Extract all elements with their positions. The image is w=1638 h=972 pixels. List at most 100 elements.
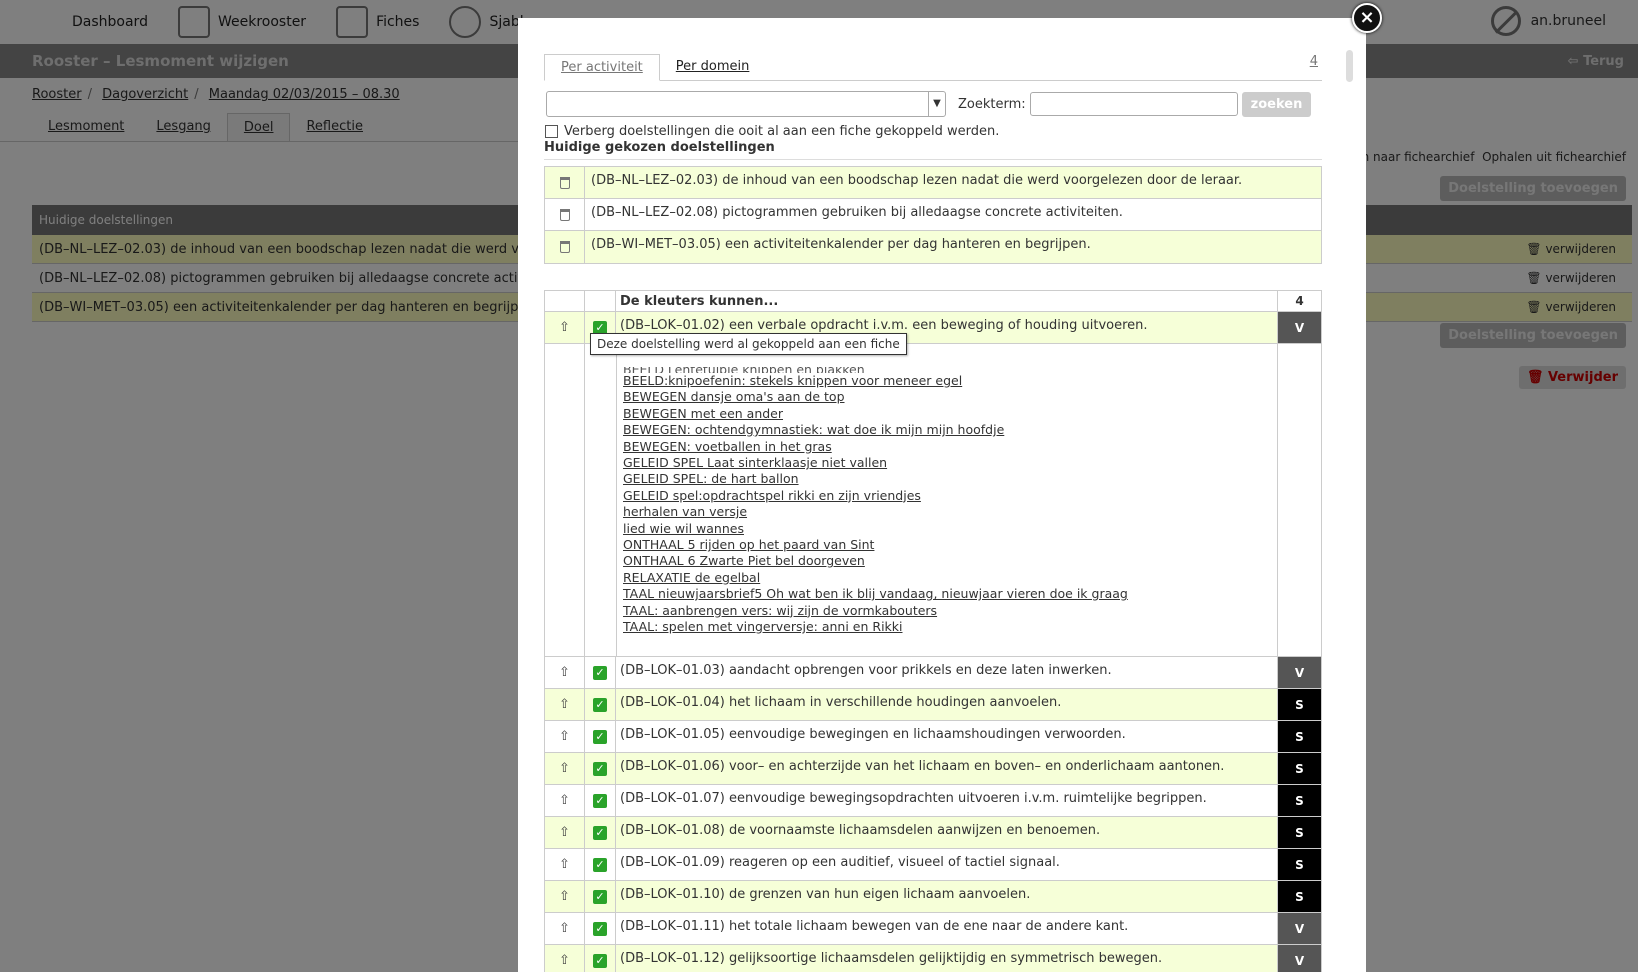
- move-up-button[interactable]: ⇧: [545, 881, 585, 912]
- goal-picker-modal: Per activiteit Per domein 4 ▼ Zoekterm: …: [518, 18, 1366, 972]
- modal-scrollbar[interactable]: [1345, 50, 1354, 972]
- arrow-up-icon: ⇧: [559, 793, 570, 808]
- spacer-cell: [545, 344, 585, 656]
- divider: [544, 159, 1322, 160]
- list-item: (DB–NL–LEZ–02.08) pictogrammen gebruiken…: [545, 199, 1321, 231]
- fiche-link[interactable]: ONTHAAL 5 rijden op het paard van Sint: [623, 537, 1271, 553]
- arrow-up-icon: ⇧: [559, 320, 570, 335]
- fiche-link[interactable]: BEWEGEN met een ander: [623, 406, 1271, 422]
- fiche-link[interactable]: TAAL: aanbrengen vers: wij zijn de vormk…: [623, 603, 1271, 619]
- fiche-link[interactable]: ONTHAAL 6 Zwarte Piet bel doorgeven: [623, 553, 1271, 569]
- chosen-goals-title: Huidige gekozen doelstellingen: [544, 140, 775, 155]
- chosen-goal-text: (DB–NL–LEZ–02.03) de inhoud van een bood…: [591, 173, 1243, 188]
- goal-text: (DB–LOK–01.10) de grenzen van hun eigen …: [620, 887, 1031, 902]
- goal-badge: V: [1277, 945, 1321, 972]
- table-row: ⇧ ✓ (DB–LOK–01.10) de grenzen van hun eige…: [545, 881, 1321, 913]
- table-row: ⇧ ✓ (DB–LOK–01.04) het lichaam in verschil…: [545, 689, 1321, 721]
- goal-badge: S: [1277, 785, 1321, 816]
- fiche-link[interactable]: TAAL nieuwjaarsbrief5 Oh wat ben ik blij…: [623, 586, 1271, 602]
- table-row: ⇧ ✓ (DB–LOK–01.03) aandacht opbrengen voor…: [545, 657, 1321, 689]
- fiche-link[interactable]: BEELD:knipoefenin: stekels knippen voor …: [623, 373, 1271, 389]
- search-button[interactable]: zoeken: [1241, 91, 1312, 117]
- check-icon: ✓: [593, 729, 607, 744]
- goal-badge: S: [1277, 721, 1321, 752]
- fiche-link[interactable]: BEWEGEN dansje oma's aan de top: [623, 389, 1271, 405]
- goal-text: (DB–LOK–01.09) reageren op een auditief,…: [620, 855, 1060, 870]
- move-up-button[interactable]: ⇧: [545, 312, 585, 343]
- move-up-button[interactable]: ⇧: [545, 849, 585, 880]
- arrow-up-icon: ⇧: [559, 761, 570, 776]
- trash-icon: [559, 176, 570, 189]
- move-up-button[interactable]: ⇧: [545, 753, 585, 784]
- hide-linked-option: Verberg doelstellingen die ooit al aan e…: [545, 124, 999, 139]
- goal-checkbox[interactable]: ✓: [585, 913, 616, 944]
- close-icon: ×: [1359, 7, 1375, 28]
- remove-chosen-button[interactable]: [545, 231, 585, 263]
- search-input[interactable]: [1029, 92, 1238, 116]
- activity-select[interactable]: ▼: [546, 91, 946, 117]
- fiche-link[interactable]: RELAXATIE de egelbal: [623, 570, 1271, 586]
- goal-checkbox[interactable]: ✓: [585, 657, 616, 688]
- fiche-link[interactable]: TAAL: spelen met vingerversje: anni en R…: [623, 619, 1271, 635]
- arrow-up-icon: ⇧: [559, 697, 570, 712]
- check-icon: ✓: [593, 665, 607, 680]
- goal-checkbox[interactable]: ✓: [585, 817, 616, 848]
- arrow-up-icon: ⇧: [559, 921, 570, 936]
- fiche-link[interactable]: GELEID SPEL Laat sinterklaasje niet vall…: [623, 455, 1271, 471]
- goal-badge: S: [1277, 689, 1321, 720]
- arrow-up-icon: ⇧: [559, 665, 570, 680]
- goal-badge: S: [1277, 817, 1321, 848]
- count-link[interactable]: 4: [1310, 54, 1318, 69]
- fiche-link[interactable]: GELEID SPEL: de hart ballon: [623, 471, 1271, 487]
- move-up-button[interactable]: ⇧: [545, 817, 585, 848]
- goal-checkbox[interactable]: ✓: [585, 881, 616, 912]
- goal-checkbox[interactable]: ✓: [585, 945, 616, 972]
- arrow-up-icon: ⇧: [559, 889, 570, 904]
- goal-text: (DB–LOK–01.07) eenvoudige bewegingsopdra…: [620, 791, 1207, 806]
- goal-text: (DB–LOK–01.08) de voornaamste lichaamsde…: [620, 823, 1101, 838]
- move-up-button[interactable]: ⇧: [545, 785, 585, 816]
- hide-linked-checkbox[interactable]: [545, 125, 558, 138]
- fiche-link[interactable]: BEWEGEN: voetballen in het gras: [623, 439, 1271, 455]
- close-button[interactable]: ×: [1352, 3, 1382, 33]
- chosen-goal-text: (DB–WI–MET–03.05) een activiteitenkalend…: [591, 237, 1091, 252]
- goal-checkbox[interactable]: ✓: [585, 753, 616, 784]
- goal-badge: S: [1277, 753, 1321, 784]
- goal-badge: S: [1277, 881, 1321, 912]
- arrow-up-icon: ⇧: [559, 825, 570, 840]
- remove-chosen-button[interactable]: [545, 199, 585, 230]
- fiche-link[interactable]: lied wie wil wannes: [623, 521, 1271, 537]
- goal-checkbox[interactable]: ✓: [585, 785, 616, 816]
- move-up-button[interactable]: ⇧: [545, 913, 585, 944]
- table-row: ⇧ ✓ (DB–LOK–01.12) gelijksoortige lichaams…: [545, 945, 1321, 972]
- goal-text: (DB–LOK–01.03) aandacht opbrengen voor p…: [620, 663, 1112, 678]
- goal-badge: S: [1277, 849, 1321, 880]
- check-icon: ✓: [593, 761, 607, 776]
- modal-tabs: Per activiteit Per domein: [544, 54, 1322, 81]
- goals-table: De kleuters kunnen... 4 ⇧ ✓ (DB–LOK–01.0…: [544, 290, 1322, 972]
- table-row: ⇧ ✓ (DB–LOK–01.08) de voornaamste lichaams…: [545, 817, 1321, 849]
- header-cell: [585, 291, 616, 311]
- goal-checkbox[interactable]: ✓: [585, 849, 616, 880]
- check-icon: ✓: [593, 857, 607, 872]
- goal-badge: V: [1277, 913, 1321, 944]
- move-up-button[interactable]: ⇧: [545, 945, 585, 972]
- tab-per-domein[interactable]: Per domein: [660, 54, 766, 80]
- fiche-link[interactable]: herhalen van versje: [623, 504, 1271, 520]
- goal-checkbox[interactable]: ✓: [585, 689, 616, 720]
- move-up-button[interactable]: ⇧: [545, 689, 585, 720]
- goals-table-header: De kleuters kunnen... 4: [545, 291, 1321, 312]
- fiche-link[interactable]: GELEID spel:opdrachtspel rikki en zijn v…: [623, 488, 1271, 504]
- check-icon: ✓: [593, 793, 607, 808]
- search-label: Zoekterm:: [958, 96, 1026, 112]
- scroll-thumb[interactable]: [1346, 50, 1353, 82]
- remove-chosen-button[interactable]: [545, 167, 585, 198]
- move-up-button[interactable]: ⇧: [545, 657, 585, 688]
- fiche-link[interactable]: BEWEGEN: ochtendgymnastiek: wat doe ik m…: [623, 422, 1271, 438]
- goal-checkbox[interactable]: ✓: [585, 721, 616, 752]
- chosen-goals-list: (DB–NL–LEZ–02.03) de inhoud van een bood…: [544, 166, 1322, 264]
- tab-per-activiteit[interactable]: Per activiteit: [544, 54, 660, 81]
- check-icon: ✓: [593, 889, 607, 904]
- tooltip: Deze doelstelling werd al gekoppeld aan …: [590, 333, 907, 355]
- move-up-button[interactable]: ⇧: [545, 721, 585, 752]
